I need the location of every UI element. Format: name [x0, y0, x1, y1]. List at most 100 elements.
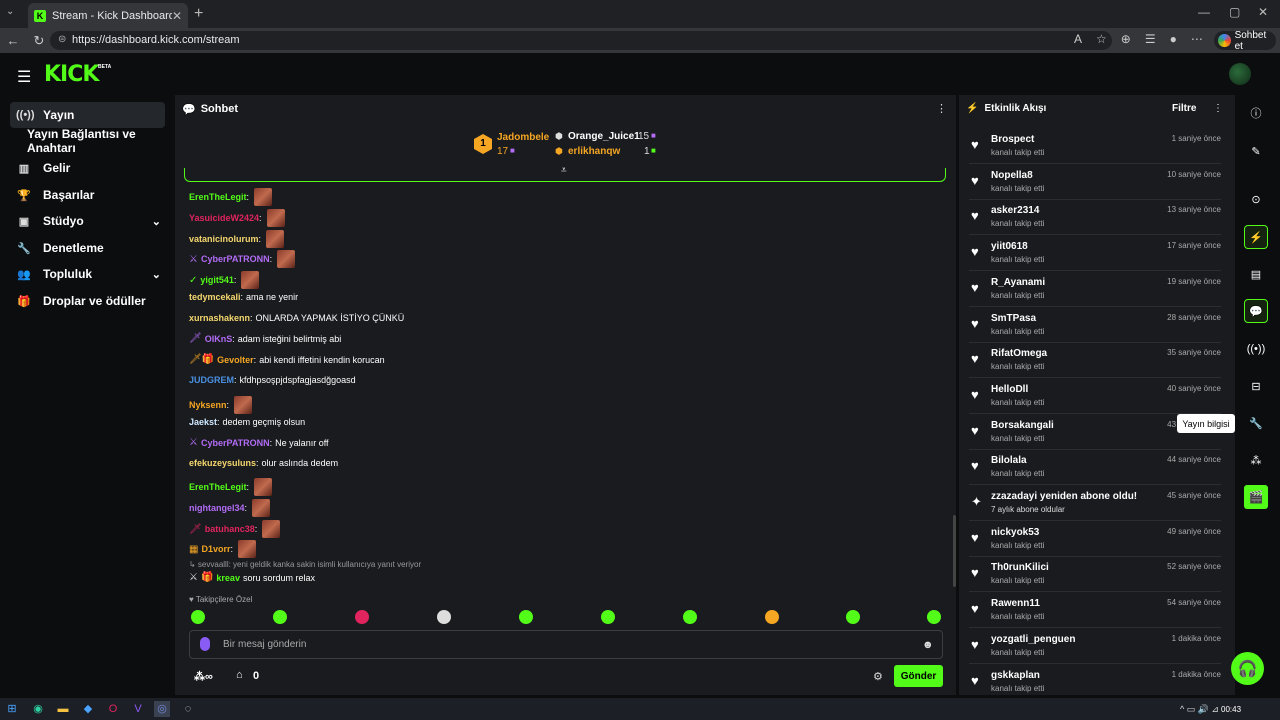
chat-message[interactable]: ▦ D1vorr:: [189, 540, 256, 558]
sidebar-item-basarilar[interactable]: 🏆 Başarılar: [10, 182, 165, 208]
edit-icon[interactable]: ✎: [1244, 139, 1268, 163]
chat-username[interactable]: OIKnS: [205, 334, 233, 344]
sidebar-item-denetleme[interactable]: 🔧 Denetleme: [10, 235, 165, 261]
chat-username[interactable]: D1vorr: [201, 544, 230, 554]
chat-username[interactable]: CyberPATRONN: [201, 438, 270, 448]
chat-username[interactable]: efekuzeysuluns: [189, 458, 256, 468]
chat-username[interactable]: kreav: [216, 573, 240, 583]
emote-shortcut[interactable]: [519, 610, 533, 624]
viewers-infinity-icon[interactable]: ⁂∞: [194, 670, 213, 683]
document-icon[interactable]: ▤: [1244, 262, 1268, 286]
queue-icon[interactable]: ⊟: [1244, 374, 1268, 398]
tab-search-icon[interactable]: ⌄: [6, 6, 14, 17]
chat-message[interactable]: ErenTheLegit:: [189, 478, 273, 496]
gift-icon[interactable]: ⌂: [236, 669, 243, 681]
gifter-name[interactable]: Jadombele: [497, 132, 549, 143]
chat-message[interactable]: ErenTheLegit:: [189, 188, 273, 206]
emote-shortcut[interactable]: [273, 610, 287, 624]
activity-item[interactable]: ♥ gskkaplan kanalı takip etti 1 dakika önce: [969, 665, 1221, 700]
opera-icon[interactable]: O: [105, 701, 121, 717]
activity-item[interactable]: ♥ Rawenn11 kanalı takip etti 54 saniye önce: [969, 593, 1221, 629]
chat-message[interactable]: 🗡🎁 Gevolter: abi kendi iffetini kendin kor…: [189, 354, 385, 365]
chat-message[interactable]: efekuzeysuluns: olur aslında dedem: [189, 458, 338, 468]
activity-item[interactable]: ♥ Brospect kanalı takip etti 1 saniye önce: [969, 129, 1221, 164]
site-info-icon[interactable]: ⊜: [58, 34, 66, 45]
tab-close-icon[interactable]: ✕: [172, 9, 182, 23]
chat-username[interactable]: Jaekst: [189, 417, 217, 427]
edge-icon[interactable]: ◉: [30, 701, 46, 717]
chat-bubble-icon[interactable]: 💬: [1244, 299, 1268, 323]
chat-message[interactable]: ⚔ 🎁 kreav soru sordum relax: [189, 572, 315, 583]
broadcast-icon[interactable]: ((•)): [1244, 337, 1268, 361]
wrench-icon[interactable]: 🔧: [1244, 411, 1268, 435]
emote-shortcut[interactable]: [355, 610, 369, 624]
sidebar-item-topluluk[interactable]: 👥 Topluluk ⌄: [10, 261, 165, 287]
chat-emote[interactable]: [252, 499, 271, 517]
chat-emote[interactable]: [241, 271, 260, 289]
activity-item[interactable]: ♥ asker2314 kanalı takip etti 13 saniye önc…: [969, 200, 1221, 236]
chat-username[interactable]: JUDGREM: [189, 375, 234, 385]
new-tab-button[interactable]: +: [194, 5, 203, 23]
info-icon[interactable]: ⓘ: [1244, 101, 1268, 125]
chat-emote[interactable]: [234, 396, 253, 414]
help-icon[interactable]: 🎧: [1231, 652, 1264, 685]
sidebar-item-gelir[interactable]: ▥ Gelir: [10, 155, 165, 181]
discord-icon[interactable]: ◎: [154, 701, 170, 717]
collections-icon[interactable]: ☰: [1145, 32, 1156, 46]
windows-start-icon[interactable]: ⊞: [4, 701, 20, 717]
chat-username[interactable]: nightangel34: [189, 503, 245, 513]
chat-username[interactable]: vatanicinolurum: [189, 234, 259, 244]
chat-username[interactable]: ErenTheLegit: [189, 192, 247, 202]
chat-message[interactable]: xurnashakenn: ONLARDA YAPMAK İSTİYO ÇÜNKÜ: [189, 313, 404, 323]
activity-item[interactable]: ♥ RifatOmega kanalı takip etti 35 saniye ön…: [969, 343, 1221, 379]
chat-emote[interactable]: [266, 230, 285, 248]
activity-item[interactable]: ♥ Nopella8 kanalı takip etti 10 saniye önce: [969, 165, 1221, 200]
chat-message[interactable]: 🗡 batuhanc38:: [189, 520, 281, 538]
chat-username[interactable]: YasuicideW2424: [189, 213, 259, 223]
settings-gear-icon[interactable]: ⚙: [873, 670, 883, 683]
user-avatar[interactable]: [1229, 63, 1251, 85]
store-icon[interactable]: ◆: [80, 701, 96, 717]
chat-emote[interactable]: [254, 478, 273, 496]
copilot-chat-button[interactable]: Sohbet et: [1214, 30, 1276, 52]
back-icon[interactable]: ←: [0, 33, 26, 48]
send-button[interactable]: Gönder: [894, 665, 943, 687]
emote-shortcut[interactable]: [191, 610, 205, 624]
chat-username[interactable]: CyberPATRONN: [201, 254, 270, 264]
emote-shortcut[interactable]: [846, 610, 860, 624]
chat-emote[interactable]: [277, 250, 296, 268]
chat-message[interactable]: Jaekst: dedem geçmiş olsun: [189, 417, 305, 427]
file-explorer-icon[interactable]: ▬: [55, 701, 71, 717]
chat-more-icon[interactable]: ⋮: [936, 102, 947, 115]
activity-item[interactable]: ♥ HelloDll kanalı takip etti 40 saniye önce: [969, 379, 1221, 414]
chat-emote[interactable]: [266, 209, 285, 227]
chat-message[interactable]: ⚔ CyberPATRONN: Ne yalanır off: [189, 437, 329, 448]
chat-message[interactable]: ⚔ CyberPATRONN:: [189, 250, 296, 268]
chat-message[interactable]: YasuicideW2424:: [189, 209, 285, 227]
chat-username[interactable]: xurnashakenn: [189, 313, 250, 323]
chat-username[interactable]: tedymcekali: [189, 292, 241, 302]
emoji-icon[interactable]: ☻: [922, 639, 934, 651]
activity-item[interactable]: ♥ SmTPasa kanalı takip etti 28 saniye önce: [969, 308, 1221, 343]
filter-button[interactable]: Filtre: [1172, 103, 1196, 114]
activity-item[interactable]: ♥ R_Ayanami kanalı takip etti 19 saniye önc…: [969, 272, 1221, 307]
minimize-icon[interactable]: —: [1198, 5, 1210, 19]
gifter-name[interactable]: Orange_Juice1: [568, 131, 640, 142]
profile-icon[interactable]: ●: [1170, 32, 1177, 46]
more-icon[interactable]: ⋯: [1191, 32, 1203, 46]
microphone-icon[interactable]: [200, 637, 210, 651]
activity-item[interactable]: ♥ Bilolala kanalı takip etti 44 saniye önce: [969, 450, 1221, 486]
activity-item[interactable]: ✦ zzazadayi yeniden abone oldu! 7 aylık ab…: [969, 486, 1221, 521]
chat-scrollbar[interactable]: [953, 515, 956, 587]
extensions-icon[interactable]: ⊕: [1121, 32, 1131, 46]
chat-username[interactable]: Gevolter: [217, 355, 254, 365]
activity-item[interactable]: ♥ yiit0618 kanalı takip etti 17 saniye önce: [969, 236, 1221, 272]
emote-shortcut[interactable]: [683, 610, 697, 624]
system-tray[interactable]: ^ ▭ 🔊 ⊿: [1180, 704, 1219, 715]
app-icon[interactable]: V: [130, 701, 146, 717]
chat-message[interactable]: JUDGREM: kfdhpsoşpjdspfagjasdğgoasd: [189, 375, 356, 385]
menu-icon[interactable]: ☰: [17, 67, 31, 87]
activity-more-icon[interactable]: ⋮: [1213, 103, 1223, 114]
activity-item[interactable]: ♥ yozgatli_penguen kanalı takip etti 1 daki…: [969, 629, 1221, 664]
chat-username[interactable]: batuhanc38: [205, 524, 255, 534]
